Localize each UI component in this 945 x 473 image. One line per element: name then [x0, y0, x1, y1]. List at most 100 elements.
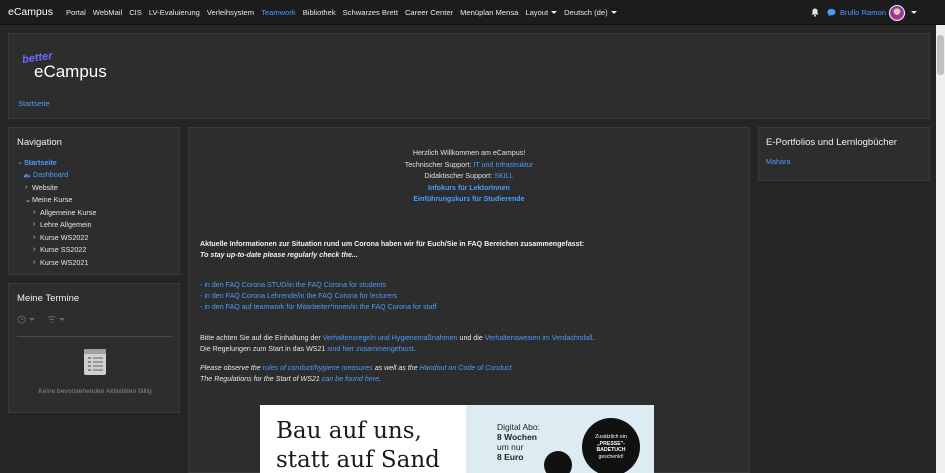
nav-lv-evaluierung[interactable]: LV-Evaluierung [149, 8, 200, 17]
skill-link[interactable]: SKILL [494, 172, 513, 180]
nav-teamwork[interactable]: Teamwork [261, 8, 296, 17]
ad-headline: Bau auf uns, statt auf Sand [276, 417, 440, 473]
chevron-right-icon: › [33, 221, 36, 229]
ad-headline-line: statt auf Sand [276, 447, 440, 473]
nav-menuplan-mensa[interactable]: Menüplan Mensa [460, 8, 518, 17]
rules-text: und die [457, 334, 485, 342]
ws21-link[interactable]: sind hier zusammengefasst [327, 345, 413, 353]
rules-of-conduct-link[interactable]: rules of conduct/hygiene measures [263, 364, 373, 372]
chevron-down-icon: ⌄ [17, 159, 23, 167]
ad-offer-line: 8 Euro [497, 452, 524, 462]
nav-tree-item-meine-kurse[interactable]: ⌄ Meine Kurse [17, 194, 96, 207]
rules-en-text: Please observe the [200, 364, 263, 372]
page-header: better eCampus Startseite [8, 33, 930, 119]
chevron-down-icon[interactable] [59, 318, 65, 321]
nav-tree-item-dashboard[interactable]: Dashboard [17, 169, 96, 182]
rules-line: Bitte achten Sie auf die Einhaltung der … [200, 333, 594, 344]
message-icon[interactable] [827, 8, 836, 17]
chevron-right-icon: › [25, 183, 28, 191]
ad-offer-line: Digital Abo: [497, 422, 540, 432]
nav-tree-item-website[interactable]: › Website [17, 181, 96, 194]
ad-offer: Digital Abo: 8 Wochen um nur 8 Euro [497, 422, 540, 462]
nav-cis[interactable]: CIS [129, 8, 142, 17]
nav-tree-label: Kurse WS2021 [40, 257, 89, 267]
ad-offer-line: 8 Wochen [497, 432, 537, 442]
nav-tree-label: Kurse WS2022 [40, 232, 89, 242]
navigation-block: Navigation ⌄ Startseite Dashboard › Webs… [8, 127, 180, 275]
top-navbar: eCampus Portal WebMail CIS LV-Evaluierun… [0, 0, 945, 25]
clock-icon[interactable] [17, 315, 26, 324]
ws21-text: Die Regelungen zum Start in das WS21 [200, 345, 328, 353]
eportfolio-title: E-Portfolios und Lernlogbücher [766, 137, 897, 148]
avatar[interactable] [889, 4, 905, 21]
brand-link[interactable]: eCampus [8, 6, 53, 18]
faq-staff-link[interactable]: - in den FAQ auf teamwork für Mitarbeite… [200, 302, 436, 313]
chevron-down-icon[interactable] [29, 318, 35, 321]
corona-info: Aktuelle Informationen zur Situation run… [200, 239, 584, 261]
rules-en-line: Please observe the rules of conduct/hygi… [200, 363, 512, 374]
einfuehrungskurs-link[interactable]: Einführungskurs für Studierende [189, 194, 749, 206]
ad-badge: Zusätzlich ein „PRESSE"- BADETUCH gesche… [582, 418, 640, 473]
faq-links: - in den FAQ Corona STUD/in the FAQ Coro… [200, 280, 436, 314]
nav-webmail[interactable]: WebMail [93, 8, 122, 17]
nav-tree-label: Startseite [24, 157, 57, 167]
ad-headline-line: Bau auf uns, [276, 418, 422, 444]
page-scrollbar[interactable] [936, 25, 945, 473]
ws21-line: Die Regelungen zum Start in das WS21 sin… [200, 344, 594, 355]
chevron-right-icon: › [33, 208, 36, 216]
nav-career-center[interactable]: Career Center [405, 8, 453, 17]
mahara-link[interactable]: Mahara [766, 157, 790, 166]
user-name[interactable]: Brullo Ramon [840, 8, 886, 17]
faq-lecturers-link[interactable]: - in den FAQ Corona Lehrende/in the FAQ … [200, 291, 436, 302]
chevron-down-icon [551, 11, 558, 14]
verdachtsfall-link[interactable]: Verhaltensweisen im Verdachtsfall [485, 334, 593, 342]
verhaltensregeln-link[interactable]: Verhaltensregeln und Hygienemaßnahmen [323, 334, 458, 342]
tech-support-link[interactable]: IT und Infrastruktur [473, 161, 533, 169]
logo-ecampus-text: eCampus [34, 62, 107, 81]
ad-figure-illustration [544, 451, 572, 473]
faq-students-link[interactable]: - in den FAQ Corona STUD/in the FAQ Coro… [200, 280, 436, 291]
nav-layout-dropdown[interactable]: Layout [525, 7, 558, 17]
nav-tree-item-kurse-ws2022[interactable]: › Kurse WS2022 [17, 231, 96, 244]
scrollbar-thumb[interactable] [937, 35, 944, 75]
termine-empty-message: Keine bevorstehenden Aktivitäten fällig [38, 388, 152, 395]
ad-right-panel: Digital Abo: 8 Wochen um nur 8 Euro Zusä… [466, 405, 654, 473]
regulations-text: The Regulations for the Start of WS21 [200, 375, 322, 383]
nav-tree-item-startseite[interactable]: ⌄ Startseite [17, 156, 96, 169]
tech-support-line: Technischer Support: IT und Infrastruktu… [189, 160, 749, 172]
nav-schwarzes-brett[interactable]: Schwarzes Brett [343, 8, 398, 17]
regulations-link[interactable]: can be found here [322, 375, 379, 383]
nav-tree-item-kurse-ss2022[interactable]: › Kurse SS2022 [17, 244, 96, 257]
chevron-right-icon: › [33, 246, 36, 254]
nav-tree-item-kurse-ws2021[interactable]: › Kurse WS2021 [17, 256, 96, 269]
dashboard-icon [23, 174, 31, 178]
ws21-text: . [413, 345, 416, 353]
corona-heading: Aktuelle Informationen zur Situation run… [200, 240, 585, 248]
nav-tree-item-allgemeine-kurse[interactable]: › Allgemeine Kurse [17, 206, 96, 219]
nav-bibliothek[interactable]: Bibliothek [303, 8, 336, 17]
chevron-down-icon: ⌄ [25, 196, 31, 204]
language-dropdown[interactable]: Deutsch (de) [564, 8, 617, 17]
infokurs-lektoren-link[interactable]: Infokurs für LektorInnen [189, 183, 749, 195]
ad-badge-line: geschenkt! [598, 453, 624, 460]
user-menu-chevron-icon[interactable] [911, 11, 917, 14]
chevron-right-icon: › [33, 233, 36, 241]
eportfolio-block: E-Portfolios und Lernlogbücher Mahara [758, 127, 930, 181]
nav-menu: Portal WebMail CIS LV-Evaluierung Verlei… [66, 8, 624, 17]
rules-en: Please observe the rules of conduct/hygi… [200, 363, 512, 385]
nav-tree-label: Dashboard [33, 170, 69, 180]
sort-icon[interactable] [47, 315, 56, 324]
handout-link[interactable]: Handout on Code of Conduct [420, 364, 512, 372]
chevron-down-icon [610, 11, 617, 14]
corona-subheading: To stay up-to-date please regularly chec… [200, 251, 358, 259]
nav-verleihsystem[interactable]: Verleihsystem [207, 8, 254, 17]
layout-label: Layout [525, 7, 549, 17]
nav-tree-item-lehre-allgemein[interactable]: › Lehre Allgemein [17, 219, 96, 232]
didakt-support-label: Didaktischer Support: [424, 172, 493, 180]
termine-block: Meine Termine Keine bevorstehenden Aktiv… [8, 283, 180, 413]
breadcrumb[interactable]: Startseite [18, 99, 50, 108]
nav-portal[interactable]: Portal [66, 8, 86, 17]
ad-banner[interactable]: Bau auf uns, statt auf Sand Digital Abo:… [260, 405, 654, 473]
bell-icon[interactable] [811, 8, 819, 17]
nav-tree-label: Kurse SS2022 [40, 245, 87, 255]
